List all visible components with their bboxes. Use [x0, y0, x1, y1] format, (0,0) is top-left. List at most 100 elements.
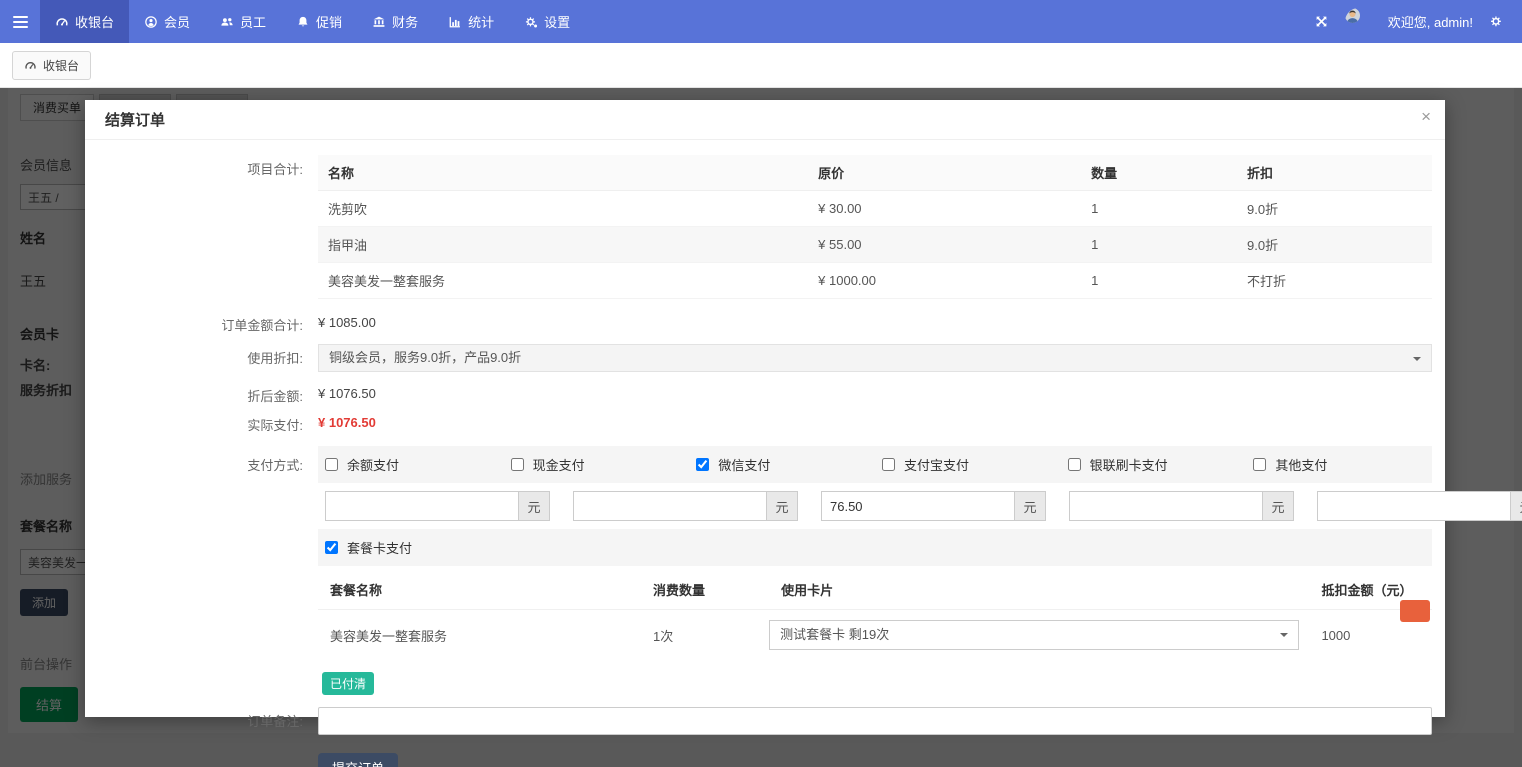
- modal-title: 结算订单: [105, 109, 165, 130]
- yuan-addon: 元: [1262, 491, 1294, 521]
- yuan-addon: 元: [766, 491, 798, 521]
- breadcrumb: 收银台: [0, 43, 1522, 88]
- table-row: 美容美发一整套服务 ¥ 1000.00 1 不打折: [318, 263, 1432, 299]
- item-name: 美容美发一整套服务: [318, 263, 808, 299]
- alipay-checkbox[interactable]: [882, 458, 895, 471]
- hamburger-icon: [13, 13, 28, 31]
- package-row-action-button[interactable]: [1400, 600, 1430, 622]
- member-icon: [144, 15, 158, 29]
- pay-option-label: 余额支付: [347, 455, 399, 474]
- order-total-value: ¥ 1085.00: [318, 311, 1432, 330]
- use-discount-label: 使用折扣:: [85, 344, 318, 367]
- item-qty: 1: [1081, 227, 1237, 263]
- pay-option-wechat[interactable]: 微信支付: [689, 455, 875, 474]
- nav-item-finance[interactable]: 财务: [357, 0, 433, 43]
- package-table: 套餐名称 消费数量 使用卡片 抵扣金额（元） 美容美发一整套服务 1次 测试套餐…: [318, 566, 1432, 662]
- items-col-price: 原价: [808, 155, 1081, 191]
- pay-option-balance[interactable]: 余额支付: [318, 455, 504, 474]
- order-remark-label: 订单备注:: [85, 707, 318, 730]
- table-row: 洗剪吹 ¥ 30.00 1 9.0折: [318, 191, 1432, 227]
- wechat-amount-input[interactable]: [821, 491, 1014, 521]
- pkg-col-card: 使用卡片: [769, 568, 1309, 610]
- pkg-name: 美容美发一整套服务: [318, 616, 641, 657]
- pay-option-cash[interactable]: 现金支付: [504, 455, 690, 474]
- nav-item-staff[interactable]: 员工: [205, 0, 281, 43]
- payment-checkbox-row: 余额支付 现金支付 微信支付 支付宝支付 银联刷卡支付 其他支付: [318, 446, 1432, 483]
- settings-gear-button[interactable]: [1489, 14, 1504, 29]
- discount-select-value: 铜级会员，服务9.0折，产品9.0折: [329, 350, 521, 365]
- unionpay-amount-input[interactable]: [1317, 491, 1510, 521]
- nav-item-settings[interactable]: 设置: [509, 0, 585, 43]
- actual-pay-label: 实际支付:: [85, 411, 318, 434]
- avatar-image: [1345, 8, 1360, 23]
- pay-option-label: 银联刷卡支付: [1090, 455, 1168, 474]
- package-card-select-value: 测试套餐卡 剩19次: [780, 627, 889, 642]
- welcome-text: 欢迎您, admin!: [1388, 12, 1473, 31]
- item-discount: 9.0折: [1237, 191, 1432, 227]
- gear-icon: [1489, 14, 1504, 29]
- nav-item-cashier[interactable]: 收银台: [40, 0, 129, 43]
- nav-label: 员工: [240, 12, 266, 31]
- actual-pay-value: ¥ 1076.50: [318, 411, 1432, 430]
- item-name: 指甲油: [318, 227, 808, 263]
- yuan-addon: 元: [1510, 491, 1522, 521]
- staff-icon: [220, 15, 234, 29]
- pay-option-unionpay[interactable]: 银联刷卡支付: [1061, 455, 1247, 474]
- sidebar-toggle-button[interactable]: [0, 0, 40, 43]
- unionpay-checkbox[interactable]: [1068, 458, 1081, 471]
- top-navbar: 收银台 会员 员工 促销 财务 统计 设置: [0, 0, 1522, 43]
- table-row: 指甲油 ¥ 55.00 1 9.0折: [318, 227, 1432, 263]
- submit-order-button[interactable]: 提交订单: [318, 753, 398, 767]
- items-col-qty: 数量: [1081, 155, 1237, 191]
- nav-item-member[interactable]: 会员: [129, 0, 205, 43]
- pkg-col-qty: 消费数量: [641, 568, 769, 610]
- cash-amount-input[interactable]: [573, 491, 766, 521]
- pkg-deduct-amount: 1000: [1309, 618, 1432, 655]
- balance-checkbox[interactable]: [325, 458, 338, 471]
- discount-select[interactable]: 铜级会员，服务9.0折，产品9.0折: [318, 344, 1432, 372]
- item-discount: 不打折: [1237, 263, 1432, 299]
- nav-label: 财务: [392, 12, 418, 31]
- package-card-select[interactable]: 测试套餐卡 剩19次: [769, 620, 1299, 650]
- items-table: 名称 原价 数量 折扣 洗剪吹 ¥ 30.00 1 9.0折: [318, 155, 1432, 299]
- cash-checkbox[interactable]: [511, 458, 524, 471]
- breadcrumb-cashier-button[interactable]: 收银台: [12, 51, 91, 80]
- order-remark-input[interactable]: [318, 707, 1432, 735]
- nav-label: 促销: [316, 12, 342, 31]
- bell-icon: [296, 15, 310, 29]
- other-checkbox[interactable]: [1253, 458, 1266, 471]
- table-row: 美容美发一整套服务 1次 测试套餐卡 剩19次 1000: [318, 610, 1432, 662]
- items-col-name: 名称: [318, 155, 808, 191]
- package-card-pay-row: 套餐卡支付: [318, 529, 1432, 566]
- item-name: 洗剪吹: [318, 191, 808, 227]
- pay-option-other[interactable]: 其他支付: [1246, 455, 1432, 474]
- bank-icon: [372, 15, 386, 29]
- item-price: ¥ 55.00: [808, 227, 1081, 263]
- discounted-amount-value: ¥ 1076.50: [318, 382, 1432, 401]
- alipay-amount-input[interactable]: [1069, 491, 1262, 521]
- wechat-checkbox[interactable]: [696, 458, 709, 471]
- balance-amount-input[interactable]: [325, 491, 518, 521]
- payment-method-label: 支付方式:: [85, 446, 318, 474]
- pay-option-alipay[interactable]: 支付宝支付: [875, 455, 1061, 474]
- payment-amount-row: 元 元 元 元 元 元: [318, 483, 1432, 529]
- dashboard-icon: [55, 15, 69, 29]
- nav-item-statistics[interactable]: 统计: [433, 0, 509, 43]
- yuan-addon: 元: [1014, 491, 1046, 521]
- close-icon[interactable]: ×: [1421, 108, 1431, 125]
- order-total-label: 订单金额合计:: [85, 311, 318, 334]
- pkg-col-name: 套餐名称: [318, 568, 641, 610]
- yuan-addon: 元: [518, 491, 550, 521]
- paid-status-badge: 已付清: [322, 672, 374, 695]
- fullscreen-button[interactable]: [1314, 14, 1329, 29]
- pay-option-label: 微信支付: [718, 455, 770, 474]
- nav-label: 统计: [468, 12, 494, 31]
- discounted-amount-label: 折后金额:: [85, 382, 318, 405]
- item-price: ¥ 30.00: [808, 191, 1081, 227]
- expand-icon: [1314, 14, 1329, 29]
- navbar-right: 欢迎您, admin!: [1314, 0, 1522, 43]
- nav-item-promotion[interactable]: 促销: [281, 0, 357, 43]
- items-col-discount: 折扣: [1237, 155, 1432, 191]
- modal-body: 项目合计: 名称 原价 数量 折扣: [85, 140, 1445, 767]
- package-card-checkbox[interactable]: [325, 541, 338, 554]
